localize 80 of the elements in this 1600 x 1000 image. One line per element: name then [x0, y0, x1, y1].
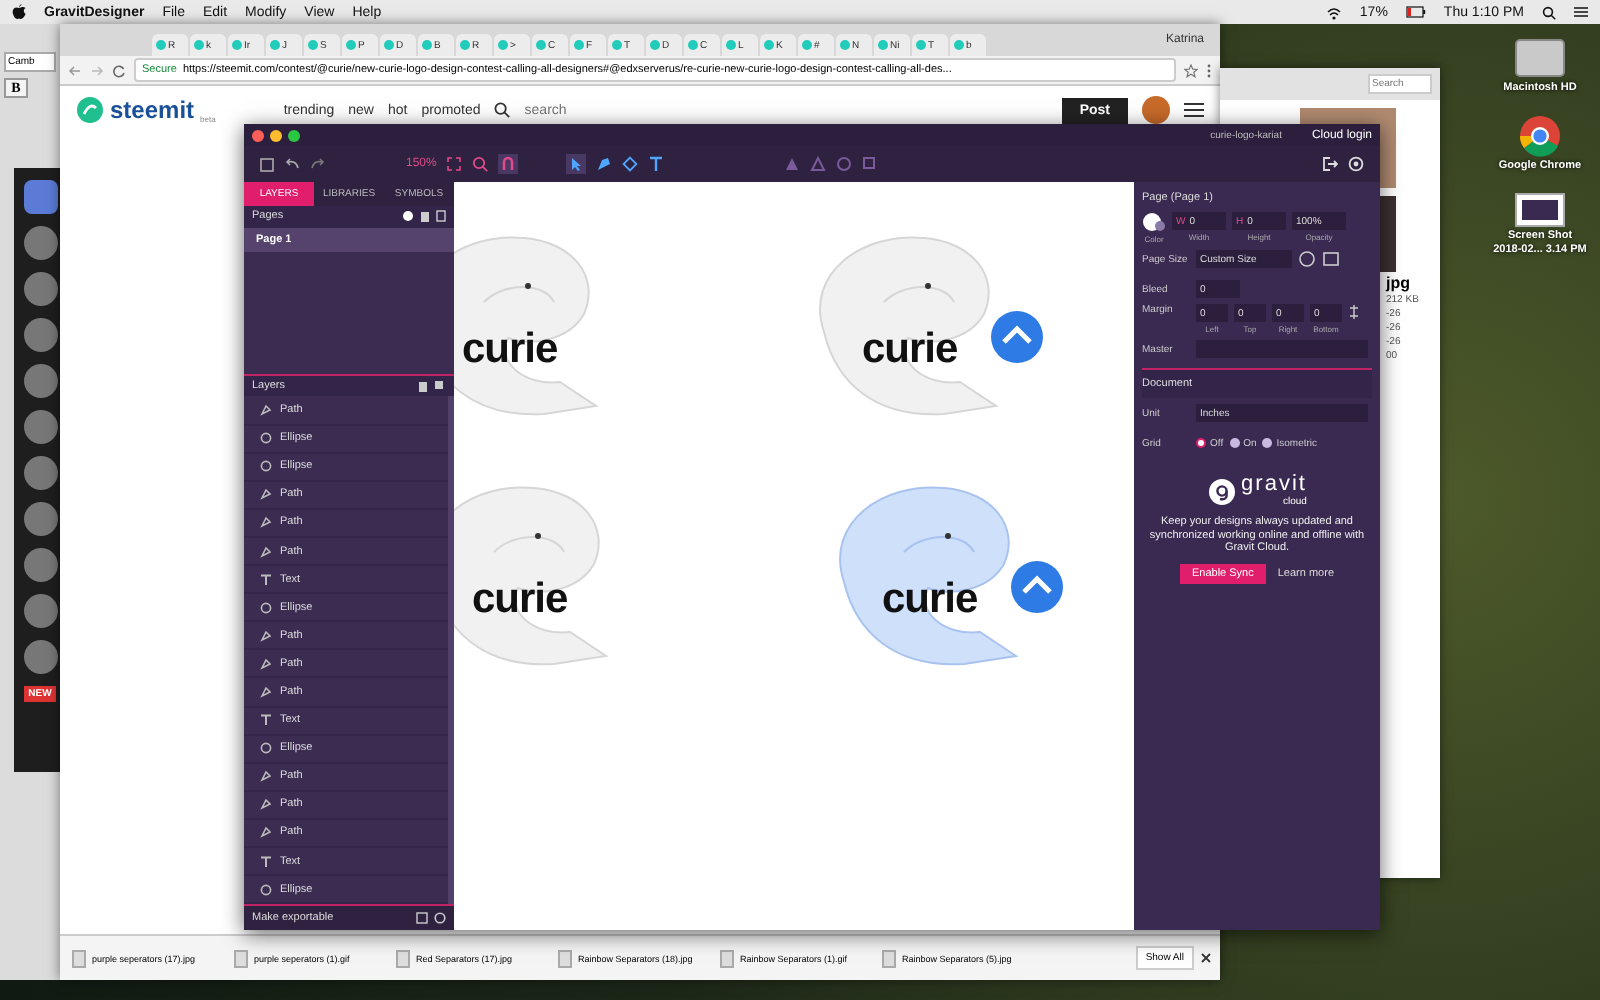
- text-tool-icon[interactable]: [260, 855, 272, 868]
- photo-placeholder[interactable]: [23, 548, 57, 582]
- settings-icon[interactable]: [1348, 156, 1364, 172]
- pen-icon[interactable]: [260, 657, 272, 670]
- add-layer-icon[interactable]: [434, 380, 446, 393]
- pen-icon[interactable]: [260, 516, 272, 529]
- photo-placeholder[interactable]: [23, 272, 57, 306]
- save-icon[interactable]: [260, 157, 274, 171]
- ellipse-icon[interactable]: [260, 432, 272, 445]
- contacts-icon[interactable]: [23, 180, 57, 214]
- photo-placeholder[interactable]: [23, 502, 57, 536]
- pen-icon[interactable]: [260, 826, 272, 839]
- pen-icon[interactable]: [260, 770, 272, 783]
- pen-icon[interactable]: [260, 629, 272, 642]
- text-tool-icon[interactable]: [260, 714, 272, 727]
- text-tool-icon[interactable]: [648, 156, 665, 172]
- pointer-icon[interactable]: [566, 154, 587, 174]
- pen-icon[interactable]: [260, 488, 272, 501]
- photo-placeholder[interactable]: [23, 640, 57, 674]
- redo-icon[interactable]: [310, 158, 326, 170]
- ellipse-icon[interactable]: [260, 883, 272, 896]
- site-logo[interactable]: steemit: [110, 96, 195, 124]
- logo-text: curie: [462, 326, 558, 374]
- logo-text: curie: [862, 326, 958, 374]
- page-icon[interactable]: [1322, 250, 1340, 268]
- pen-icon[interactable]: [260, 545, 272, 557]
- minimize-window-button[interactable]: [270, 129, 282, 141]
- new-page-icon[interactable]: [436, 210, 446, 223]
- logo-text: curie: [882, 576, 978, 624]
- photo-placeholder[interactable]: [23, 364, 57, 398]
- kebab-menu-icon[interactable]: [1206, 63, 1212, 77]
- file-name: jpg: [1386, 274, 1412, 292]
- logo-text: curie: [472, 576, 568, 624]
- avatar-placeholder[interactable]: [1142, 96, 1170, 124]
- search-icon[interactable]: [494, 102, 511, 118]
- ellipse-icon[interactable]: [260, 601, 272, 614]
- pen-icon[interactable]: [260, 685, 272, 698]
- apple-icon[interactable]: [12, 4, 26, 20]
- triangle-icon[interactable]: [810, 156, 827, 172]
- photo-placeholder[interactable]: [23, 456, 57, 490]
- menu-icon[interactable]: [1574, 6, 1588, 18]
- screenshot-file-icon[interactable]: [1514, 192, 1566, 228]
- chrome-icon[interactable]: [1517, 114, 1562, 158]
- brand-name: gravit: [1241, 474, 1307, 496]
- delete-icon[interactable]: [418, 380, 428, 393]
- text-tool-icon[interactable]: [260, 573, 272, 586]
- gravit-logo-icon[interactable]: [1207, 477, 1236, 505]
- shape-icon[interactable]: [622, 156, 639, 172]
- maximize-window-button[interactable]: [288, 129, 300, 141]
- design-canvas[interactable]: curie curie curie curie: [454, 182, 1134, 930]
- export-icon[interactable]: [416, 912, 428, 925]
- reload-icon[interactable]: [112, 63, 126, 77]
- orientation-icon[interactable]: [1298, 250, 1316, 268]
- delete-icon[interactable]: [420, 210, 430, 223]
- close-icon[interactable]: [1200, 952, 1212, 964]
- back-icon[interactable]: [68, 63, 82, 77]
- pen-icon[interactable]: [260, 798, 272, 811]
- hard-drive-icon[interactable]: [1513, 36, 1566, 80]
- ellipse-icon[interactable]: [260, 460, 272, 473]
- magnet-icon[interactable]: [498, 154, 519, 174]
- settings-icon[interactable]: [434, 912, 446, 925]
- photo-placeholder[interactable]: [23, 594, 57, 628]
- pen-icon[interactable]: [260, 404, 272, 417]
- close-window-button[interactable]: [252, 129, 264, 141]
- ellipse-icon[interactable]: [260, 742, 272, 755]
- star-icon[interactable]: [1184, 63, 1198, 77]
- photo-placeholder[interactable]: [23, 226, 57, 260]
- photo-placeholder[interactable]: [23, 410, 57, 444]
- search-icon[interactable]: [1542, 5, 1556, 19]
- pen-icon[interactable]: [596, 156, 613, 172]
- fit-icon[interactable]: [446, 156, 463, 172]
- zoom-icon[interactable]: [472, 156, 489, 172]
- undo-icon[interactable]: [284, 158, 300, 170]
- wifi-icon[interactable]: [1325, 5, 1342, 19]
- export-icon[interactable]: [1322, 156, 1338, 172]
- menu-icon[interactable]: [1184, 102, 1204, 118]
- color-swatch-icon[interactable]: [1142, 212, 1166, 232]
- photo-placeholder[interactable]: [23, 318, 57, 352]
- battery-icon[interactable]: [1405, 6, 1426, 18]
- link-icon[interactable]: [1348, 304, 1360, 320]
